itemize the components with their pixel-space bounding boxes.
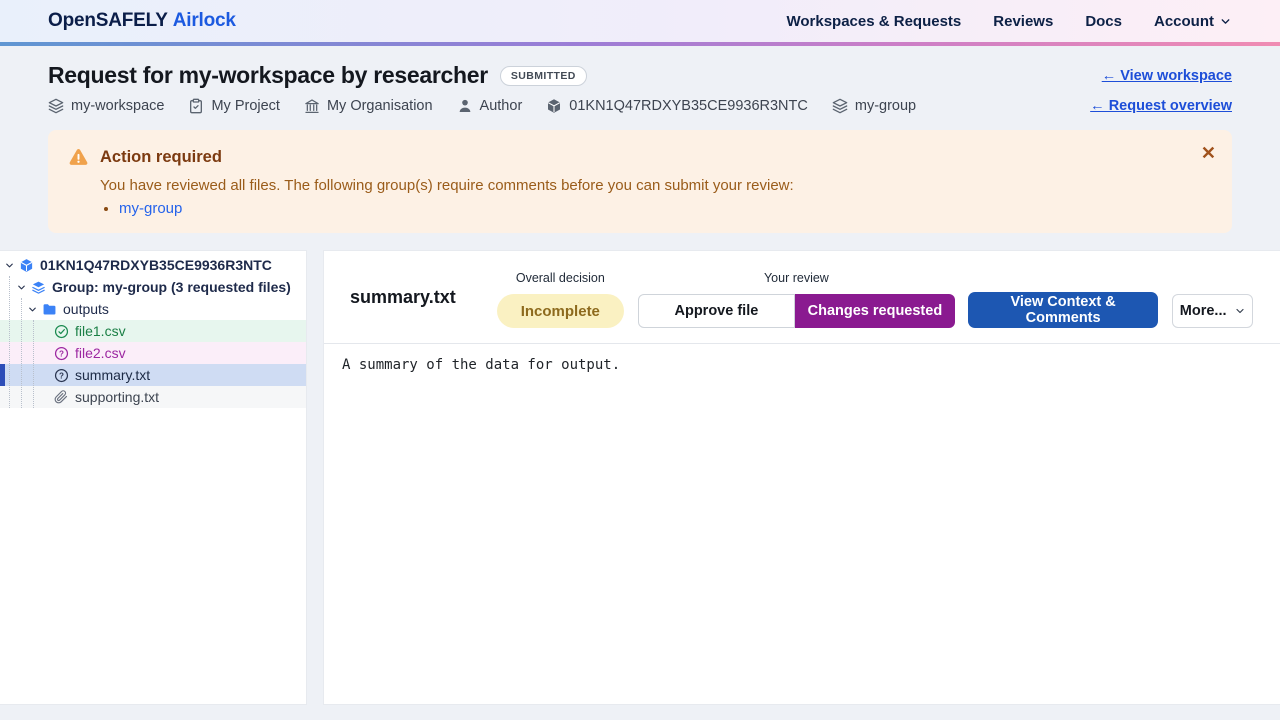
tree-item-outputs-folder[interactable]: outputs <box>0 298 306 320</box>
layers-icon <box>31 280 46 295</box>
tree-item-file1[interactable]: file1.csv <box>0 320 306 342</box>
chevron-down-icon <box>1219 15 1232 28</box>
request-meta: my-workspace My Project My Organisation … <box>48 98 1232 114</box>
close-icon[interactable]: ✕ <box>1195 138 1222 168</box>
tree-item-label: file1.csv <box>75 323 126 339</box>
review-button-group: Approve file Changes requested <box>638 294 955 328</box>
tree-item-request-id[interactable]: 01KN1Q47RDXYB35CE9936R3NTC <box>0 254 306 276</box>
navbar: OpenSAFELY Airlock Workspaces & Requests… <box>0 0 1280 42</box>
your-review: Your review Approve file Changes request… <box>638 271 955 328</box>
status-badge: SUBMITTED <box>500 66 587 86</box>
svg-text:?: ? <box>59 349 64 358</box>
check-circle-icon <box>54 324 69 339</box>
tree-item-label: supporting.txt <box>75 389 159 405</box>
nav-account-menu[interactable]: Account <box>1154 13 1232 30</box>
layers-icon <box>832 98 848 114</box>
tree-item-label: 01KN1Q47RDXYB35CE9936R3NTC <box>40 257 272 273</box>
file-panel: summary.txt Overall decision Incomplete … <box>323 250 1280 705</box>
brand-primary: OpenSAFELY <box>48 10 168 32</box>
decision-badge: Incomplete <box>497 294 624 328</box>
brand-secondary: Airlock <box>173 10 236 32</box>
meta-group: my-group <box>832 98 916 114</box>
alert-group-link[interactable]: my-group <box>119 200 182 217</box>
tree-item-label: file2.csv <box>75 345 126 361</box>
file-title: summary.txt <box>350 287 456 308</box>
tree-item-supporting[interactable]: supporting.txt <box>0 386 306 408</box>
page-title: Request for my-workspace by researcher <box>48 62 488 89</box>
tree-item-label: Group: my-group (3 requested files) <box>52 279 291 295</box>
folder-icon <box>42 302 57 317</box>
more-button[interactable]: More... <box>1172 294 1253 328</box>
svg-text:?: ? <box>59 371 64 380</box>
tree-item-label: outputs <box>63 301 109 317</box>
file-content: A summary of the data for output. <box>324 344 1280 704</box>
file-toolbar: summary.txt Overall decision Incomplete … <box>324 251 1280 344</box>
meta-request-id: 01KN1Q47RDXYB35CE9936R3NTC <box>546 98 808 114</box>
clipboard-icon <box>188 98 204 114</box>
tree-item-label: summary.txt <box>75 367 150 383</box>
nav-links: Workspaces & Requests Reviews Docs Accou… <box>786 13 1232 30</box>
file-content-text: A summary of the data for output. <box>342 357 1262 373</box>
question-circle-icon: ? <box>54 368 69 383</box>
cube-icon <box>19 258 34 273</box>
chevron-down-icon[interactable] <box>16 282 29 293</box>
paperclip-icon <box>54 390 69 404</box>
title-row: Request for my-workspace by researcher S… <box>48 62 1232 89</box>
chevron-down-icon <box>1234 305 1246 317</box>
bank-icon <box>304 98 320 114</box>
overall-decision-label: Overall decision <box>516 271 605 285</box>
action-required-alert: Action required You have reviewed all fi… <box>48 130 1232 233</box>
user-icon <box>457 98 473 114</box>
warning-triangle-icon <box>68 147 89 168</box>
request-header: Request for my-workspace by researcher S… <box>0 46 1280 233</box>
meta-author: Author <box>457 98 523 114</box>
tree-item-group[interactable]: Group: my-group (3 requested files) <box>0 276 306 298</box>
file-tree-sidebar: 01KN1Q47RDXYB35CE9936R3NTC Group: my-gro… <box>0 250 307 705</box>
chevron-down-icon[interactable] <box>27 304 40 315</box>
tree-item-file2[interactable]: ? file2.csv <box>0 342 306 364</box>
meta-project: My Project <box>188 98 280 114</box>
overall-decision: Overall decision Incomplete <box>497 271 624 328</box>
tree-item-summary[interactable]: ? summary.txt <box>0 364 306 386</box>
meta-workspace: my-workspace <box>48 98 164 114</box>
nav-reviews[interactable]: Reviews <box>993 13 1053 30</box>
meta-organisation: My Organisation <box>304 98 433 114</box>
view-context-comments-button[interactable]: View Context & Comments <box>968 292 1158 328</box>
cube-icon <box>546 98 562 114</box>
nav-workspaces-requests[interactable]: Workspaces & Requests <box>786 13 961 30</box>
alert-head: Action required <box>68 147 1184 168</box>
nav-docs[interactable]: Docs <box>1085 13 1122 30</box>
approve-file-button[interactable]: Approve file <box>638 294 795 328</box>
request-overview-link[interactable]: ← Request overview <box>1090 98 1232 114</box>
question-circle-icon: ? <box>54 346 69 361</box>
content-area: 01KN1Q47RDXYB35CE9936R3NTC Group: my-gro… <box>0 250 1280 705</box>
alert-message: You have reviewed all files. The followi… <box>100 177 1184 194</box>
alert-title: Action required <box>100 148 222 167</box>
layers-icon <box>48 98 64 114</box>
view-workspace-link[interactable]: ← View workspace <box>1102 68 1232 84</box>
brand-logo[interactable]: OpenSAFELY Airlock <box>48 10 236 32</box>
chevron-down-icon[interactable] <box>4 260 17 271</box>
list-item: my-group <box>119 200 1184 217</box>
your-review-label: Your review <box>764 271 829 285</box>
changes-requested-button[interactable]: Changes requested <box>795 294 955 328</box>
alert-group-list: my-group <box>102 200 1184 217</box>
